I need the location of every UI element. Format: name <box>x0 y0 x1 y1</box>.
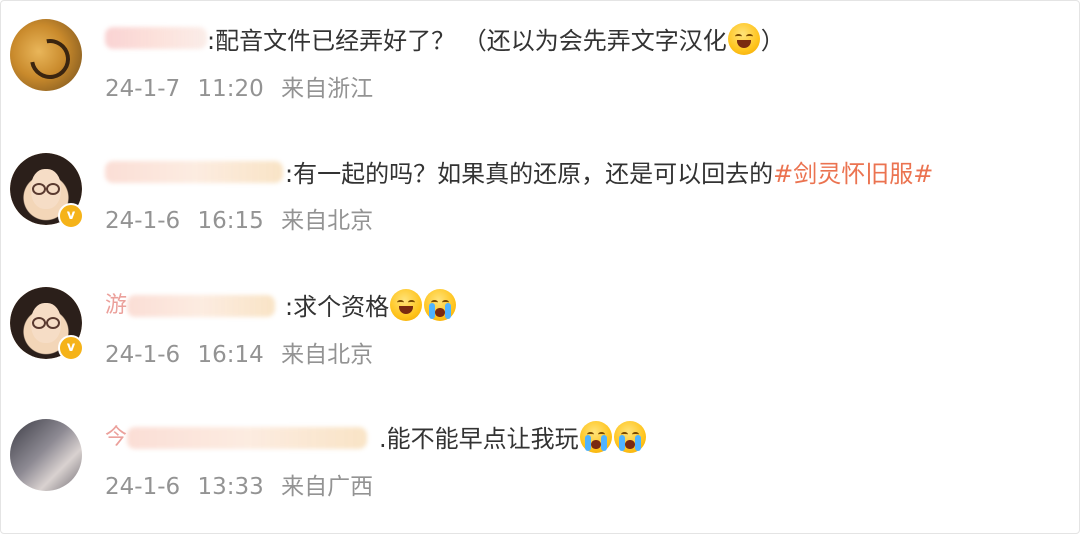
username-fragment[interactable]: 今 <box>105 423 127 453</box>
comment-text: :配音文件已经弄好了？ （还以为会先弄文字汉化 ） <box>207 23 785 58</box>
comment-body: :配音文件已经弄好了？ （还以为会先弄文字汉化 <box>207 27 727 55</box>
comment-body: .能不能早点让我玩 <box>379 425 579 453</box>
comment-meta: 24-1-6 13:33 来自广西 <box>105 471 373 503</box>
comment-date: 24-1-6 <box>105 474 181 500</box>
avatar-art <box>22 31 78 87</box>
comment-location: 来自北京 <box>281 342 374 368</box>
comment-body: :有一起的吗？如果真的还原，还是可以回去的 <box>285 160 774 188</box>
comment-body-end: ） <box>760 27 785 55</box>
comment-item: 今 .能不能早点让我玩 24-1-6 13:33 来自广西 <box>1 403 1080 523</box>
comment-item: v 游 :求个资格 24-1-6 16:14 来自北京 <box>1 269 1080 389</box>
comment-meta: 24-1-6 16:14 来自北京 <box>105 339 373 371</box>
comment-location: 来自浙江 <box>281 76 374 102</box>
comment-item: :配音文件已经弄好了？ （还以为会先弄文字汉化 ） 24-1-7 11:20 来自… <box>1 1 1080 121</box>
comment-location: 来自北京 <box>281 208 374 234</box>
crying-emoji <box>424 289 457 321</box>
glasses-icon <box>32 317 60 329</box>
laugh-cry-emoji <box>727 23 760 55</box>
comment-time: 11:20 <box>197 76 264 102</box>
comment-text: :求个资格 <box>285 289 457 324</box>
username-fragment[interactable]: 游 <box>105 291 127 321</box>
comment-time: 16:15 <box>197 208 264 234</box>
comment-date: 24-1-6 <box>105 208 181 234</box>
comment-date: 24-1-6 <box>105 342 181 368</box>
verified-badge-icon: v <box>58 335 84 361</box>
comment-meta: 24-1-6 16:15 来自北京 <box>105 205 373 237</box>
comment-meta: 24-1-7 11:20 来自浙江 <box>105 73 373 105</box>
username-redacted[interactable] <box>127 295 275 317</box>
avatar[interactable] <box>10 19 82 91</box>
avatar[interactable] <box>10 419 82 491</box>
comment-body: :求个资格 <box>285 293 390 321</box>
hashtag-link[interactable]: #剑灵怀旧服# <box>773 160 933 188</box>
comment-text: .能不能早点让我玩 <box>379 421 647 456</box>
glasses-icon <box>32 183 60 195</box>
username-redacted[interactable] <box>105 161 283 183</box>
crying-emoji <box>613 421 646 453</box>
comment-location: 来自广西 <box>281 474 374 500</box>
crying-emoji <box>579 421 612 453</box>
comment-text: :有一起的吗？如果真的还原，还是可以回去的#剑灵怀旧服# <box>285 157 933 191</box>
comment-date: 24-1-7 <box>105 76 181 102</box>
verified-badge-icon: v <box>58 203 84 229</box>
username-redacted[interactable] <box>127 427 367 449</box>
username-redacted[interactable] <box>105 27 207 49</box>
comment-time: 13:33 <box>197 474 264 500</box>
sweat-emoji <box>390 289 423 321</box>
comment-list-panel: :配音文件已经弄好了？ （还以为会先弄文字汉化 ） 24-1-7 11:20 来自… <box>0 0 1080 534</box>
comment-time: 16:14 <box>197 342 264 368</box>
comment-item: v :有一起的吗？如果真的还原，还是可以回去的#剑灵怀旧服# 24-1-6 16… <box>1 135 1080 255</box>
